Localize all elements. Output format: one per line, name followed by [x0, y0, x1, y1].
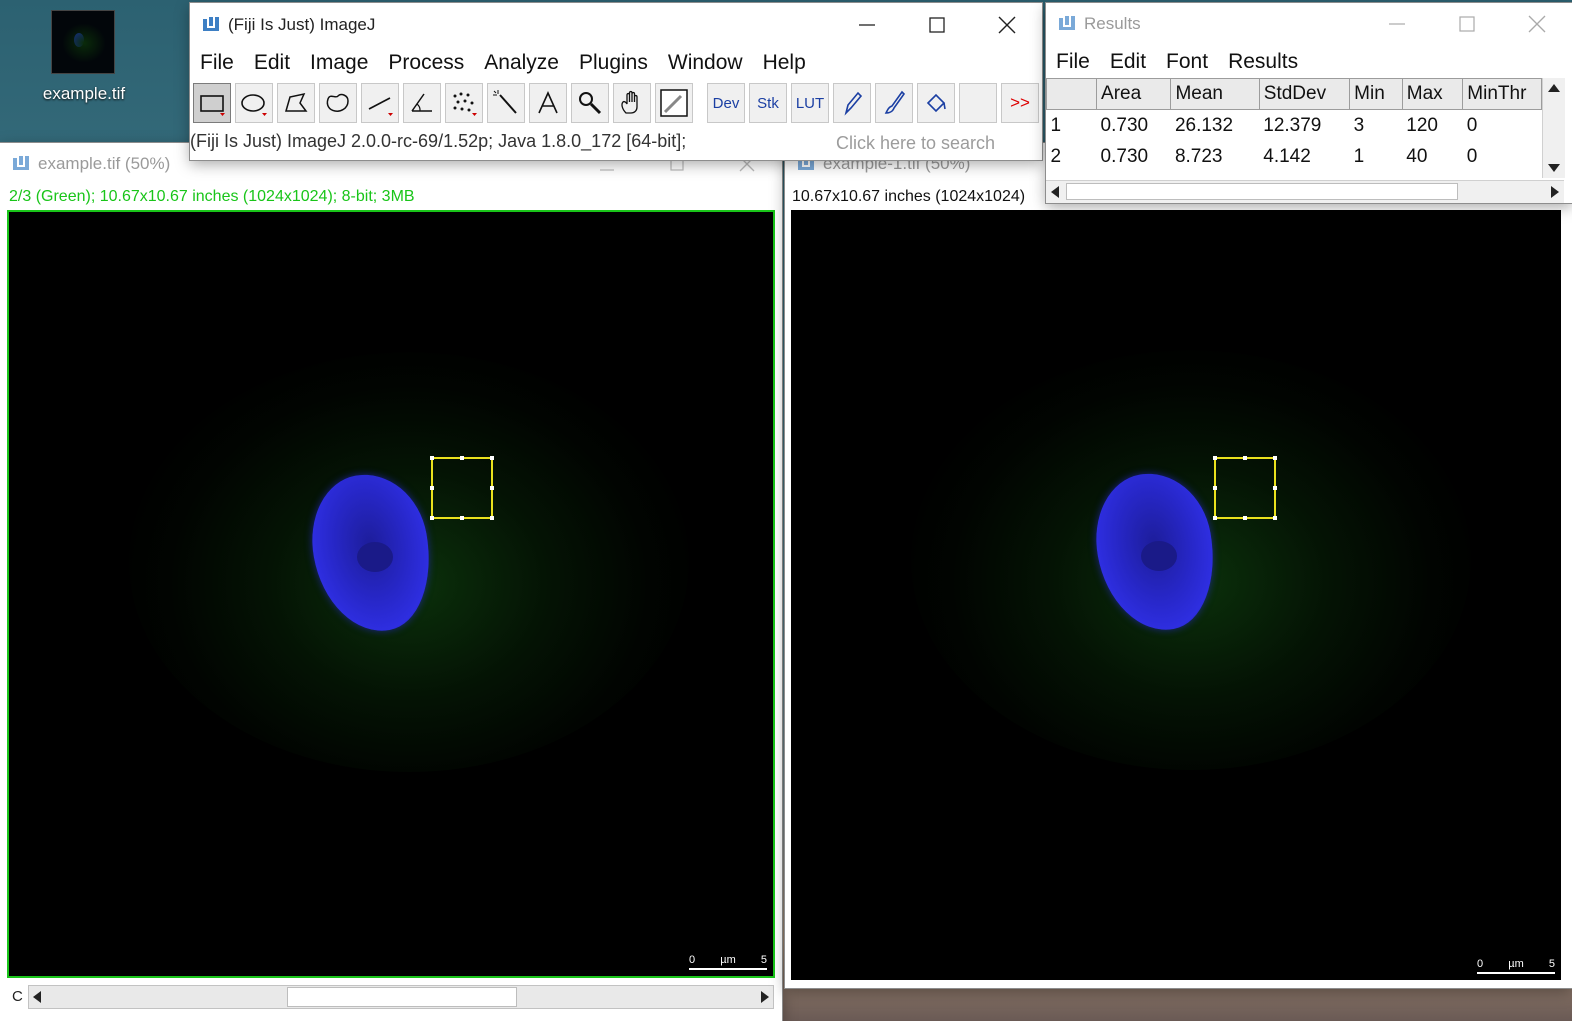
results-window: Results File Edit Font Results Area Mean… [1046, 3, 1572, 203]
scroll-thumb[interactable] [1066, 183, 1458, 200]
results-vertical-scrollbar[interactable] [1542, 78, 1565, 178]
text-tool-icon[interactable] [529, 83, 567, 123]
results-titlebar[interactable]: Results [1046, 3, 1572, 45]
menu-process[interactable]: Process [378, 48, 474, 78]
empty-tool-slot[interactable] [959, 83, 997, 123]
window-title: (Fiji Is Just) ImageJ [228, 15, 376, 34]
menu-help[interactable]: Help [753, 48, 816, 78]
window-title: Results [1084, 14, 1141, 33]
minimize-button[interactable] [832, 3, 902, 47]
close-button[interactable] [972, 3, 1042, 47]
desktop-icon-example-tif[interactable]: example.tif [36, 8, 132, 108]
lut-tool[interactable]: LUT [791, 83, 829, 123]
column-header[interactable]: Mean [1170, 78, 1260, 110]
point-tool-icon[interactable] [445, 83, 483, 123]
status-bar: (Fiji Is Just) ImageJ 2.0.0-rc-69/1.52p;… [190, 131, 687, 151]
scroll-up-arrow-icon[interactable] [1548, 84, 1560, 92]
rectangle-tool-icon[interactable] [193, 83, 231, 123]
results-menu-font[interactable]: Font [1156, 47, 1218, 77]
scroll-left-arrow-icon[interactable] [33, 991, 41, 1003]
brush-tool-icon[interactable] [875, 83, 913, 123]
fiji-logo-icon [1058, 15, 1076, 33]
imagej-titlebar[interactable]: (Fiji Is Just) ImageJ [190, 3, 1042, 47]
table-row[interactable]: 1 0.730 26.132 12.379 3 120 0 [1047, 110, 1542, 142]
channel-scrollbar[interactable] [28, 985, 774, 1009]
scroll-down-arrow-icon[interactable] [1548, 164, 1560, 172]
column-header[interactable]: Min [1349, 78, 1403, 110]
fiji-logo-icon [12, 155, 30, 173]
menu-window[interactable]: Window [658, 48, 753, 78]
dropper-tool-icon[interactable] [655, 83, 693, 123]
menu-plugins[interactable]: Plugins [569, 48, 658, 78]
oval-tool-icon[interactable] [235, 83, 273, 123]
scroll-right-arrow-icon[interactable] [761, 991, 769, 1003]
roi-rectangle[interactable] [430, 456, 494, 520]
image-file-icon [51, 10, 115, 74]
scroll-left-arrow-icon[interactable] [1051, 186, 1059, 198]
results-horizontal-scrollbar[interactable] [1046, 180, 1564, 203]
menu-analyze[interactable]: Analyze [474, 48, 569, 78]
window-title: example.tif (50%) [38, 154, 171, 173]
scroll-thumb[interactable] [287, 987, 517, 1007]
flood-fill-tool-icon[interactable] [917, 83, 955, 123]
column-header[interactable] [1046, 78, 1098, 110]
more-tools-button[interactable]: >> [1001, 83, 1039, 123]
fiji-logo-icon [202, 16, 220, 34]
column-header[interactable]: Area [1096, 78, 1172, 110]
roi-rectangle[interactable] [1213, 456, 1277, 520]
desktop-icon-label: example.tif [42, 84, 126, 103]
column-header[interactable]: StdDev [1258, 78, 1351, 110]
results-menu-edit[interactable]: Edit [1100, 47, 1156, 77]
wand-tool-icon[interactable] [487, 83, 525, 123]
menu-edit[interactable]: Edit [244, 48, 300, 78]
scroll-right-arrow-icon[interactable] [1551, 186, 1559, 198]
results-menu-results[interactable]: Results [1218, 47, 1308, 77]
image-window-left: example.tif (50%) 2/3 (Green); 10.67x10.… [0, 143, 782, 1021]
dev-tool[interactable]: Dev [707, 83, 745, 123]
scale-bar: 0 µm 5 [1477, 958, 1555, 974]
stk-tool[interactable]: Stk [749, 83, 787, 123]
image-canvas-left[interactable]: 0 µm 5 [7, 210, 775, 978]
results-table-area: Area Mean StdDev Min Max MinThr 1 0.730 … [1046, 78, 1542, 178]
line-tool-icon[interactable] [361, 83, 399, 123]
hand-tool-icon[interactable] [613, 83, 651, 123]
menu-file[interactable]: File [190, 48, 244, 78]
results-menu-file[interactable]: File [1046, 47, 1100, 77]
menu-image[interactable]: Image [300, 48, 378, 78]
scale-bar: 0 µm 5 [689, 954, 767, 970]
close-button[interactable] [1502, 3, 1572, 45]
polygon-tool-icon[interactable] [277, 83, 315, 123]
column-header[interactable]: Max [1401, 78, 1464, 110]
image-info-text: 2/3 (Green); 10.67x10.67 inches (1024x10… [9, 188, 415, 205]
image-info-text: 10.67x10.67 inches (1024x1024) [792, 188, 1026, 205]
results-menubar: File Edit Font Results [1046, 47, 1572, 77]
magnifier-tool-icon[interactable] [571, 83, 609, 123]
minimize-button[interactable] [1362, 3, 1432, 45]
image-canvas-right[interactable]: 0 µm 5 [791, 210, 1561, 980]
search-field[interactable]: Click here to search [828, 127, 1040, 159]
freehand-tool-icon[interactable] [319, 83, 357, 123]
maximize-button[interactable] [902, 3, 972, 47]
table-row[interactable]: 2 0.730 8.723 4.142 1 40 0 [1047, 141, 1542, 172]
imagej-menubar: File Edit Image Process Analyze Plugins … [190, 48, 1042, 78]
maximize-button[interactable] [1432, 3, 1502, 45]
results-table: Area Mean StdDev Min Max MinThr 1 0.730 … [1046, 78, 1542, 172]
column-header[interactable]: MinThr [1462, 78, 1542, 110]
imagej-main-window: (Fiji Is Just) ImageJ File Edit Image Pr… [190, 3, 1042, 160]
channel-label: C [12, 988, 23, 1005]
image-window-right: example-1.tif (50%) 10.67x10.67 inches (… [785, 143, 1572, 988]
pencil-tool-icon[interactable] [833, 83, 871, 123]
table-header: Area Mean StdDev Min Max MinThr [1046, 78, 1542, 110]
angle-tool-icon[interactable] [403, 83, 441, 123]
